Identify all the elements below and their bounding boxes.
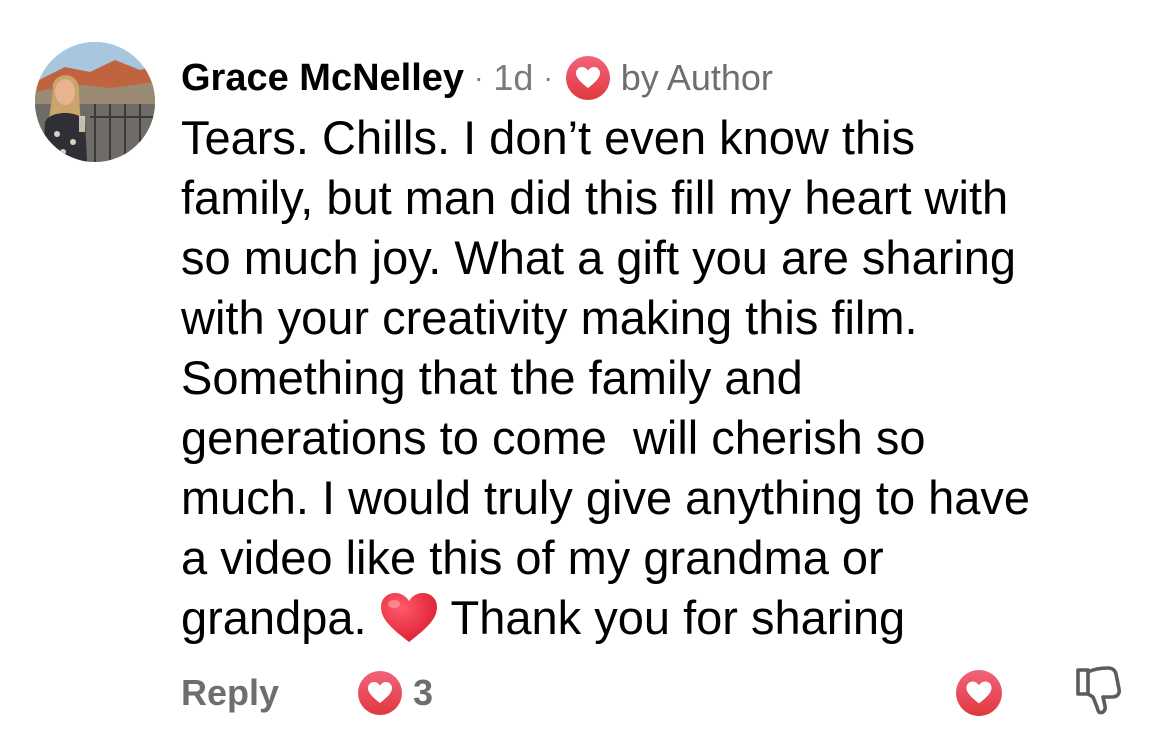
comment-text-segment: grandpa. (181, 591, 367, 644)
reply-button[interactable]: Reply (181, 668, 279, 718)
comment-text-line: Something that the family and (181, 351, 803, 404)
comment-text-line: with your creativity making this film. (181, 291, 918, 344)
comment-text-line: so much joy. What a gift you are sharing (181, 231, 1017, 284)
comment-body: Tears. Chills. I don’t even know this fa… (181, 108, 1141, 648)
comment-text-line: family, but man did this fill my heart w… (181, 171, 1009, 224)
meta-separator: · (474, 62, 484, 93)
dislike-button[interactable] (1074, 664, 1122, 716)
author-name[interactable]: Grace McNelley (181, 57, 464, 100)
heart-badge-icon (565, 55, 611, 101)
avatar-photo (35, 42, 155, 162)
like-button[interactable] (955, 669, 1003, 717)
comment-text-line: Tears. Chills. I don’t even know this (181, 111, 916, 164)
red-heart-emoji-icon (379, 592, 439, 644)
like-count-value: 3 (413, 672, 434, 713)
comment-text-line: generations to come will cherish so (181, 411, 926, 464)
heart-badge-icon (357, 670, 403, 716)
like-count[interactable]: 3 (357, 668, 433, 718)
heart-badge-icon (956, 670, 1002, 716)
comment-header: Grace McNelley · 1d · by Author (181, 50, 773, 106)
comment-text-line: a video like this of my grandma or (181, 531, 884, 584)
comment-text-line-last: grandpa. Thank you for sharing (181, 588, 1141, 648)
avatar[interactable] (35, 42, 155, 162)
meta-separator: · (543, 62, 553, 93)
timestamp: 1d (493, 57, 534, 98)
comment-text-line: much. I would truly give anything to hav… (181, 471, 1031, 524)
thumbs-down-icon (1076, 666, 1121, 715)
comment-text-segment: Thank you for sharing (450, 591, 906, 644)
author-badge-label: by Author (620, 57, 773, 98)
